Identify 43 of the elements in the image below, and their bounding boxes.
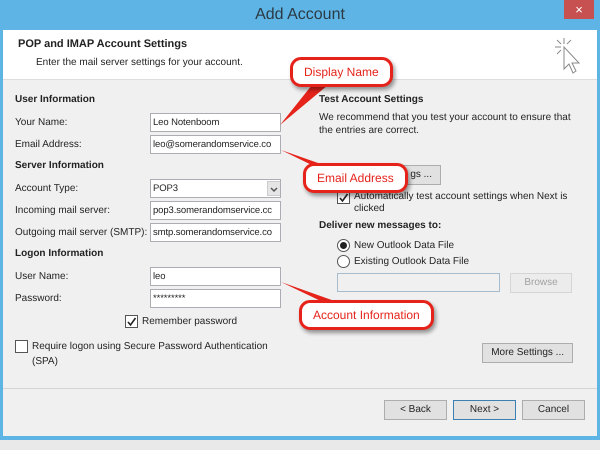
field-label: Incoming mail server: — [15, 204, 112, 218]
dialog-button[interactable]: Cancel — [522, 400, 585, 420]
cursor-sparkle-icon — [552, 36, 582, 76]
input-field[interactable]: leo@somerandomservice.co — [150, 134, 281, 154]
input-field[interactable]: Leo Notenboom — [150, 112, 281, 132]
input-field[interactable]: smtp.somerandomservice.co — [150, 222, 281, 242]
checkbox-label: Automatically test account settings when Next is clicked — [354, 191, 568, 215]
section-heading: Logon Information — [15, 247, 104, 261]
header-subtitle: Enter the mail server settings for your account. — [35, 56, 243, 70]
section-heading: Deliver new messages to: — [319, 219, 442, 233]
dialog-button[interactable]: < Back — [384, 400, 447, 420]
callout-label: Email Address — [303, 163, 408, 193]
checkbox[interactable] — [15, 340, 28, 353]
dialog-button[interactable]: Next > — [453, 400, 516, 420]
field-label: Your Name: — [15, 116, 68, 130]
radio-label: Existing Outlook Data File — [354, 254, 470, 268]
description-text: We recommend that you test your account to ensure that the entries are correct. — [319, 111, 572, 137]
section-heading: Test Account Settings — [319, 93, 424, 107]
section-heading: Server Information — [15, 159, 105, 173]
radio-label: New Outlook Data File — [354, 238, 454, 252]
field-label: Password: — [15, 292, 63, 306]
input-field[interactable]: ********* — [150, 288, 281, 308]
radio-button[interactable] — [337, 238, 350, 252]
checkbox-label: Require logon using Secure Password Authentication (SPA) — [32, 340, 269, 369]
window-title: Add Account — [255, 5, 345, 25]
account-type-dropdown[interactable]: POP3 — [150, 178, 281, 198]
radio-button[interactable] — [337, 254, 350, 268]
checkbox-label: Remember password — [142, 314, 238, 328]
path-field[interactable] — [337, 273, 500, 292]
callout-label: Account Information — [299, 300, 434, 330]
more-settings-button[interactable]: More Settings ... — [482, 343, 573, 363]
input-field[interactable]: pop3.somerandomservice.cc — [150, 200, 281, 220]
callout-label: Display Name — [290, 57, 393, 87]
input-field[interactable]: leo — [150, 266, 281, 286]
section-heading: User Information — [15, 93, 96, 107]
field-label: Account Type: — [15, 182, 80, 196]
caret-icon[interactable] — [267, 180, 280, 196]
field-label: Outgoing mail server (SMTP): — [15, 226, 148, 240]
field-label: User Name: — [15, 270, 70, 284]
header-title: POP and IMAP Account Settings — [18, 37, 188, 52]
close-button[interactable]: × — [564, 0, 594, 19]
field-label: Email Address: — [15, 138, 83, 152]
checkbox[interactable] — [125, 314, 138, 328]
